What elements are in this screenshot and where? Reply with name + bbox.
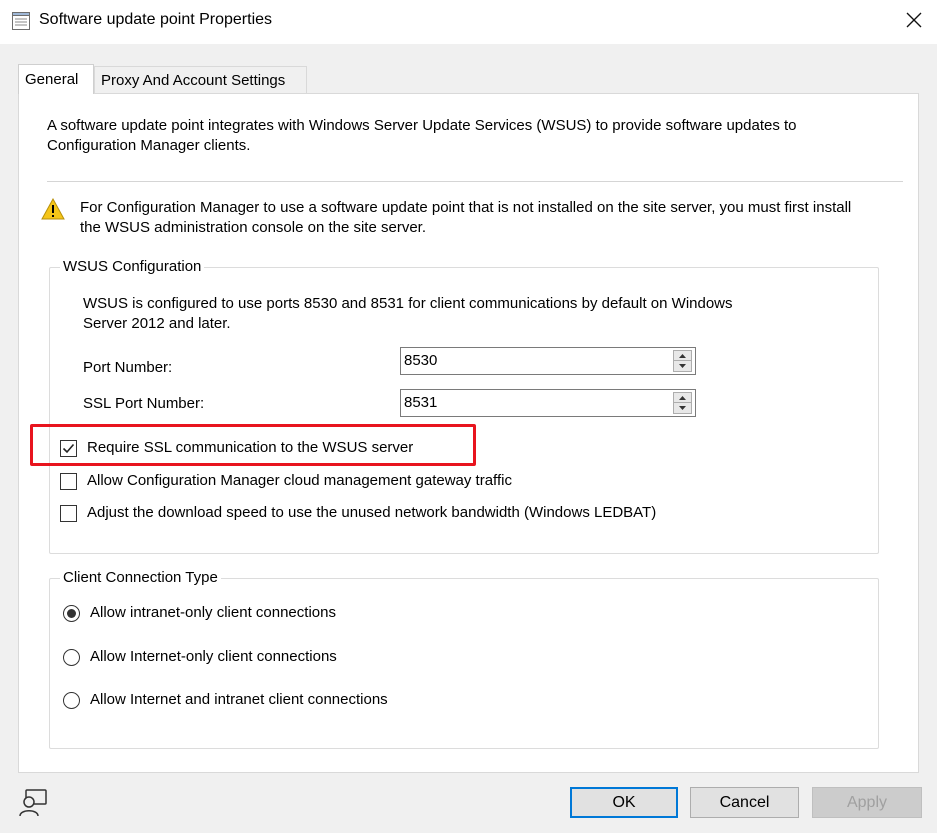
radio-internet-and-intranet-label[interactable]: Allow Internet and intranet client conne… [90, 691, 388, 708]
warning-text: For Configuration Manager to use a softw… [80, 198, 851, 238]
arrow-down-icon [679, 406, 686, 410]
radio-internet-only-label[interactable]: Allow Internet-only client connections [90, 648, 337, 665]
radio-intranet-only-label[interactable]: Allow intranet-only client connections [90, 604, 336, 621]
ok-button[interactable]: OK [570, 787, 678, 818]
highlight-annotation [30, 424, 476, 466]
port-number-value: 8530 [404, 352, 438, 369]
cmg-traffic-label[interactable]: Allow Configuration Manager cloud manage… [87, 472, 512, 489]
radio-internet-only[interactable] [63, 649, 80, 666]
window-title: Software update point Properties [39, 11, 273, 28]
wsus-description-line-2: Server 2012 and later. [83, 315, 231, 332]
tab-proxy-and-account-settings[interactable]: Proxy And Account Settings [94, 66, 307, 94]
radio-intranet-only[interactable] [63, 605, 80, 622]
apply-button-label: Apply [846, 793, 888, 811]
ssl-port-number-label: SSL Port Number: [83, 395, 205, 412]
port-number-stepper[interactable]: 8530 [400, 347, 696, 375]
arrow-up-icon [679, 353, 686, 358]
close-icon [906, 12, 922, 28]
radio-internet-and-intranet[interactable] [63, 692, 80, 709]
properties-sheet-icon [12, 12, 30, 30]
ssl-port-number-value: 8531 [404, 394, 438, 411]
cancel-button-label: Cancel [719, 793, 770, 811]
arrow-down-icon [679, 364, 686, 368]
intro-line-1: A software update point integrates with … [47, 117, 797, 134]
warning-line-1: For Configuration Manager to use a softw… [80, 199, 852, 216]
apply-button[interactable]: Apply [812, 787, 922, 818]
arrow-up-icon [679, 395, 686, 400]
client-connection-type-title: Client Connection Type [60, 569, 221, 586]
wsus-configuration-group: WSUS Configuration WSUS is configured to… [49, 258, 879, 554]
tab-general[interactable]: General [18, 64, 94, 94]
ssl-port-number-stepper[interactable]: 8531 [400, 389, 696, 417]
ok-button-label: OK [612, 793, 636, 811]
wsus-description-line-1: WSUS is configured to use ports 8530 and… [83, 295, 733, 312]
port-number-arrows [673, 350, 692, 372]
tab-general-label: General [25, 71, 79, 88]
help-feedback-icon[interactable] [16, 785, 50, 819]
ssl-port-up-button[interactable] [673, 392, 692, 403]
divider [47, 181, 903, 183]
tab-proxy-label: Proxy And Account Settings [101, 72, 286, 89]
warning-line-2: the WSUS administration console on the s… [80, 219, 426, 236]
port-number-label: Port Number: [83, 359, 173, 376]
cancel-button[interactable]: Cancel [690, 787, 799, 818]
ledbat-checkbox[interactable] [60, 505, 77, 522]
title-bar: Software update point Properties [0, 0, 937, 44]
warning-icon [41, 198, 65, 220]
intro-line-2: Configuration Manager clients. [47, 137, 251, 154]
intro-text: A software update point integrates with … [47, 116, 797, 156]
client-connection-type-group: Client Connection Type Allow intranet-on… [49, 569, 879, 749]
ssl-port-number-arrows [673, 392, 692, 414]
general-tab-panel: A software update point integrates with … [18, 93, 919, 773]
ssl-port-down-button[interactable] [673, 403, 692, 414]
cmg-traffic-checkbox[interactable] [60, 473, 77, 490]
port-up-button[interactable] [673, 350, 692, 361]
wsus-description: WSUS is configured to use ports 8530 and… [83, 294, 733, 334]
ledbat-label[interactable]: Adjust the download speed to use the unu… [87, 504, 656, 521]
wsus-configuration-title: WSUS Configuration [60, 258, 205, 275]
port-down-button[interactable] [673, 361, 692, 372]
close-button[interactable] [891, 0, 937, 40]
